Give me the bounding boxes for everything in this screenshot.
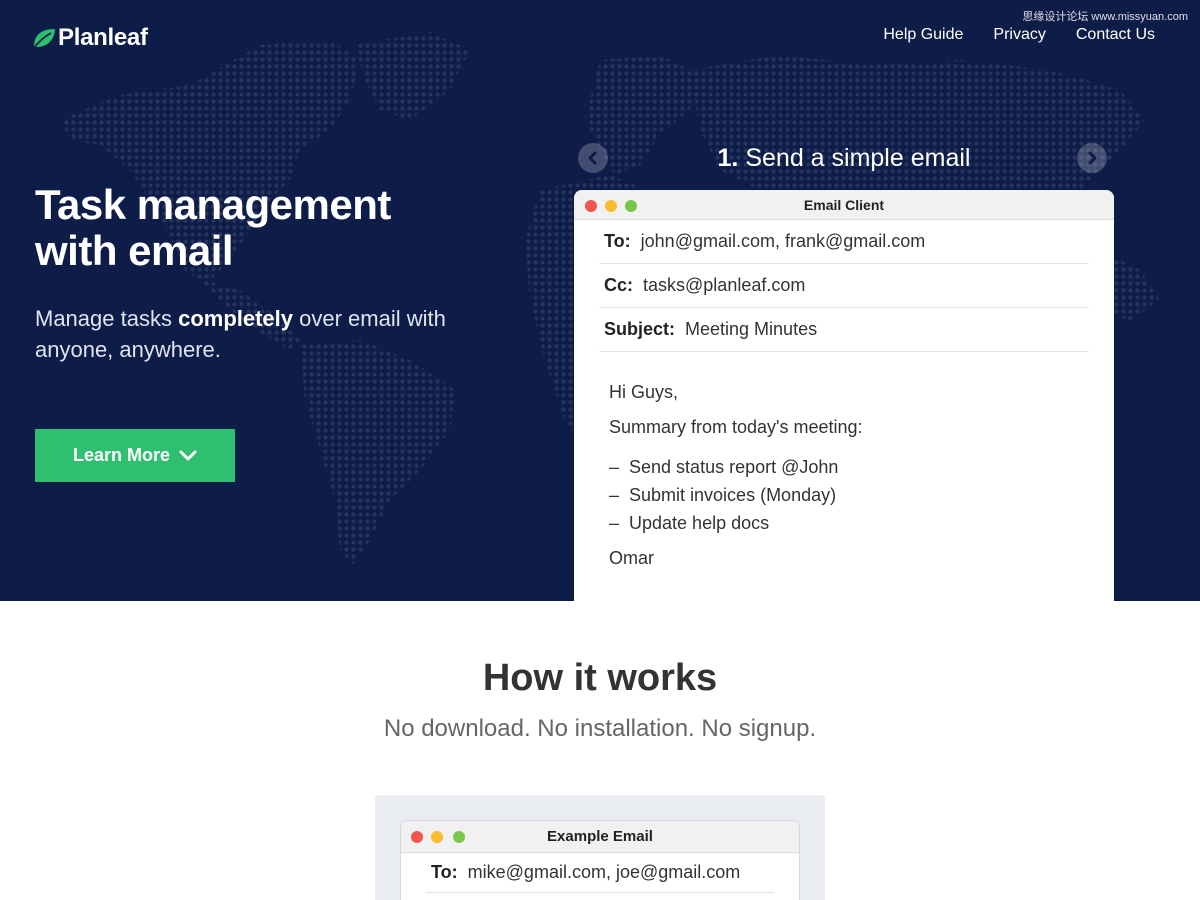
- list-item-text: Update help docs: [629, 513, 770, 533]
- window-titlebar: Example Email: [401, 821, 799, 853]
- hero-subtitle-bold: completely: [178, 306, 294, 331]
- window-title: Email Client: [803, 197, 885, 213]
- cc-label: Cc:: [604, 275, 634, 295]
- cc-value: tasks@planleaf.com: [643, 275, 806, 295]
- learn-more-button[interactable]: Learn More: [35, 429, 235, 482]
- subject-value: Meeting Minutes: [685, 319, 818, 339]
- hero-title-line1: Task management: [35, 181, 391, 228]
- list-dash: –: [609, 485, 620, 505]
- hero-title: Task management with email: [35, 182, 495, 274]
- list-dash: –: [609, 457, 620, 477]
- hero-section: Planleaf 思缘设计论坛 www.missyuan.com Help Gu…: [0, 0, 1200, 601]
- to-value: mike@gmail.com, joe@gmail.com: [467, 862, 741, 882]
- email-client-window: Email Client To: john@gmail.com, frank@g…: [574, 190, 1114, 601]
- to-field: To: mike@gmail.com, joe@gmail.com: [426, 853, 774, 893]
- top-nav: Help Guide Privacy Contact Us: [853, 25, 1155, 45]
- window-titlebar: Email Client: [574, 190, 1114, 220]
- list-item: – Send status report @John: [609, 453, 1114, 481]
- nav-contact-us[interactable]: Contact Us: [1076, 25, 1155, 45]
- list-item-text: Send status report @John: [629, 457, 839, 477]
- step-text: Send a simple email: [745, 144, 971, 172]
- to-value: john@gmail.com, frank@gmail.com: [640, 231, 926, 251]
- to-label: To:: [431, 862, 458, 882]
- to-field: To: john@gmail.com, frank@gmail.com: [599, 220, 1089, 264]
- leaf-icon: [33, 29, 55, 49]
- list-item: – Submit invoices (Monday): [609, 481, 1114, 509]
- cc-field: Cc: tasks@planleaf.com: [599, 264, 1089, 308]
- subject-field: Subject: Meeting Minutes: [599, 308, 1089, 352]
- how-it-works-title: How it works: [482, 657, 718, 699]
- list-dash: –: [609, 513, 620, 533]
- list-item: – Update help docs: [609, 509, 1114, 537]
- logo-text: Planleaf: [58, 24, 148, 51]
- subject-label: Subject:: [604, 319, 676, 339]
- to-label: To:: [604, 231, 631, 251]
- step-number: 1.: [717, 144, 739, 172]
- email-signature: Omar: [609, 548, 654, 568]
- nav-privacy[interactable]: Privacy: [993, 25, 1045, 45]
- watermark: 思缘设计论坛 www.missyuan.com: [1022, 11, 1188, 23]
- logo[interactable]: Planleaf: [31, 24, 148, 52]
- list-item-text: Submit invoices (Monday): [629, 485, 837, 505]
- hero-subtitle-before: Manage tasks: [35, 306, 179, 331]
- email-intro: Summary from today's meeting:: [609, 417, 863, 437]
- chevron-down-icon: [179, 450, 197, 460]
- hero-subtitle: Manage tasks completely over email with …: [35, 303, 485, 365]
- hero-title-line2: with email: [35, 227, 234, 274]
- learn-more-label: Learn More: [72, 445, 171, 465]
- carousel-next-button[interactable]: [1077, 143, 1107, 173]
- example-email-window: Example Email To: mike@gmail.com, joe@gm…: [400, 820, 800, 900]
- nav-help-guide[interactable]: Help Guide: [883, 25, 963, 45]
- email-greeting: Hi Guys,: [609, 382, 679, 402]
- task-list: – Send status report @John – Submit invoic…: [609, 453, 1114, 537]
- carousel-step-title: 1. Send a simple email: [574, 143, 1114, 173]
- window-title: Example Email: [547, 828, 653, 845]
- email-body: Hi Guys, Summary from today's meeting: –…: [574, 352, 1114, 570]
- how-it-works-subtitle: No download. No installation. No signup.: [383, 715, 817, 742]
- chevron-right-icon: [1088, 151, 1097, 165]
